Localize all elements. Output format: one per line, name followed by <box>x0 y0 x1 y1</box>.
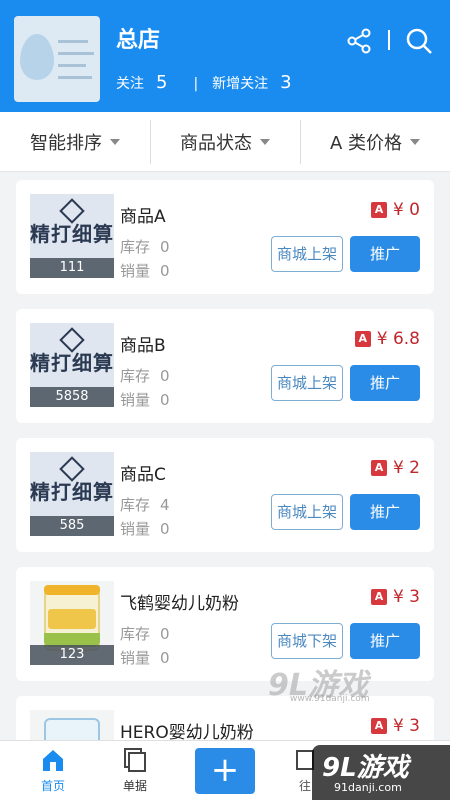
product-image: 精打细算 111 <box>30 194 114 278</box>
product-name: 飞鹤婴幼儿奶粉 <box>120 594 239 614</box>
product-sales: 销量 0 <box>120 391 170 409</box>
product-stock: 库存 0 <box>120 238 170 256</box>
tab-home[interactable]: 首页 <box>8 741 98 800</box>
follow-count: 5 <box>156 72 168 93</box>
follow-stats: 关注 5 | 新增关注 3 <box>116 72 292 93</box>
caret-down-icon <box>410 138 421 145</box>
price-class-badge: A <box>370 589 387 605</box>
store-header: 总店 关注 5 | 新增关注 3 <box>0 0 450 112</box>
shelf-button[interactable]: 商城上架 <box>271 236 343 272</box>
caret-down-icon <box>110 138 120 145</box>
product-stock: 库存 0 <box>120 625 170 643</box>
tab-orders[interactable]: 单据 <box>90 741 180 800</box>
filter-sort[interactable]: 智能排序 <box>0 112 150 171</box>
caret-down-icon <box>260 138 270 145</box>
product-price: A ¥ 3 <box>370 716 420 736</box>
shop-logo[interactable] <box>14 16 100 102</box>
product-stock: 库存 0 <box>120 367 170 385</box>
price-class-badge: A <box>354 331 371 347</box>
new-follow-label: 新增关注 <box>212 76 269 92</box>
image-count: 585 <box>30 516 114 536</box>
product-card[interactable]: 精打细算 111 商品A 库存 0 销量 0 A ¥ 0 商城上架 推广 <box>16 180 434 294</box>
promote-button[interactable]: 推广 <box>350 236 420 272</box>
image-count: 123 <box>30 645 114 665</box>
site-badge: 9L游戏 91danji.com <box>312 745 450 800</box>
product-stock: 库存 4 <box>120 496 170 514</box>
follow-label: 关注 <box>116 76 144 92</box>
home-icon <box>43 750 63 771</box>
site-url: 91danji.com <box>334 781 402 794</box>
product-name: 商品C <box>120 465 166 485</box>
shop-name: 总店 <box>116 28 161 53</box>
product-card[interactable]: 精打细算 5858 商品B 库存 0 销量 0 A ¥ 6.8 商城上架 推广 <box>16 309 434 423</box>
new-follow-count: 3 <box>280 72 292 93</box>
shelf-button[interactable]: 商城上架 <box>271 365 343 401</box>
product-sales: 销量 0 <box>120 262 170 280</box>
promote-button[interactable]: 推广 <box>350 494 420 530</box>
product-sales: 销量 0 <box>120 520 170 538</box>
filter-bar: 智能排序 商品状态 A 类价格 <box>0 112 450 172</box>
filter-price[interactable]: A 类价格 <box>300 112 450 171</box>
filter-status[interactable]: 商品状态 <box>150 112 300 171</box>
price-class-badge: A <box>370 202 387 218</box>
search-icon[interactable] <box>404 26 434 56</box>
product-price: A ¥ 3 <box>370 587 420 607</box>
product-price: A ¥ 0 <box>370 200 420 220</box>
price-class-badge: A <box>370 460 387 476</box>
documents-icon <box>124 748 146 772</box>
shelf-button[interactable]: 商城上架 <box>271 494 343 530</box>
image-count: 111 <box>30 258 114 278</box>
stat-separator: | <box>193 76 199 92</box>
product-card[interactable]: 精打细算 585 商品C 库存 4 销量 0 A ¥ 2 商城上架 推广 <box>16 438 434 552</box>
promote-button[interactable]: 推广 <box>350 623 420 659</box>
image-count: 5858 <box>30 387 114 407</box>
watermark-url: www.91danji.com <box>290 694 370 704</box>
product-price: A ¥ 2 <box>370 458 420 478</box>
product-card[interactable]: 123 飞鹤婴幼儿奶粉 库存 0 销量 0 A ¥ 3 商城下架 推广 <box>16 567 434 681</box>
promote-button[interactable]: 推广 <box>350 365 420 401</box>
product-price: A ¥ 6.8 <box>354 329 420 349</box>
product-name: 商品B <box>120 336 166 356</box>
site-logo: 9L游戏 <box>322 753 409 783</box>
product-image: 精打细算 5858 <box>30 323 114 407</box>
add-button[interactable]: + <box>195 748 255 794</box>
share-icon[interactable] <box>344 26 374 56</box>
product-image: 123 <box>30 581 114 665</box>
header-divider <box>388 30 390 50</box>
product-image: 精打细算 585 <box>30 452 114 536</box>
shelf-button[interactable]: 商城下架 <box>271 623 343 659</box>
product-sales: 销量 0 <box>120 649 170 667</box>
product-name: 商品A <box>120 207 166 227</box>
price-class-badge: A <box>370 718 387 734</box>
